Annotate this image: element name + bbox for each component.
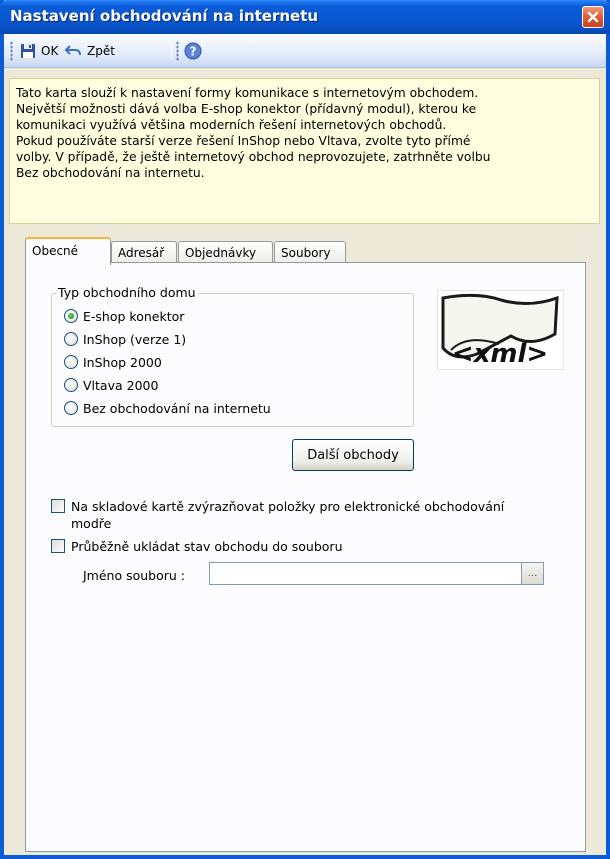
info-line: komunikaci využívá většina moderních řeš…	[16, 118, 447, 132]
highlight-items-label-line: modře	[71, 516, 112, 531]
browse-button[interactable]: ...	[522, 562, 544, 585]
tab-soubory[interactable]: Soubory	[274, 241, 346, 264]
dialog-window: Nastavení obchodování na internetu OK Zp…	[0, 0, 610, 859]
radio-eshop-konektor[interactable]: E-shop konektor	[64, 307, 184, 325]
save-state-checkbox[interactable]	[51, 539, 65, 553]
radio-button[interactable]	[64, 355, 78, 369]
save-state-label: Průběžně ukládat stav obchodu do souboru	[71, 539, 343, 554]
shop-type-group: Typ obchodního domu E-shop konektor InSh…	[51, 285, 414, 427]
info-line: volby. V případě, že ještě internetový o…	[16, 150, 491, 164]
highlight-items-label-line: Na skladové kartě zvýrazňovat položky pr…	[71, 499, 505, 514]
shop-type-legend: Typ obchodního domu	[56, 285, 198, 300]
toolbar: OK Zpět ?	[4, 34, 606, 68]
title-bar[interactable]: Nastavení obchodování na internetu	[0, 0, 610, 34]
radio-label: Bez obchodování na internetu	[83, 400, 271, 416]
radio-inshop-verze1[interactable]: InShop (verze 1)	[64, 330, 186, 348]
radio-label: InShop 2000	[83, 354, 162, 370]
highlight-items-checkbox[interactable]	[51, 499, 65, 513]
radio-vltava-2000[interactable]: Vltava 2000	[64, 376, 158, 394]
info-line: Tato karta slouží k nastavení formy komu…	[16, 86, 479, 100]
tab-adresar[interactable]: Adresář	[111, 241, 177, 264]
info-line: Největší možnosti dává volba E-shop kone…	[16, 102, 477, 116]
xml-logo: <xml>	[436, 289, 565, 371]
radio-label: Vltava 2000	[83, 377, 159, 393]
info-line: Bez obchodování na internetu.	[16, 166, 205, 180]
save-state-option[interactable]: Průběžně ukládat stav obchodu do souboru	[51, 538, 343, 555]
window-title: Nastavení obchodování na internetu	[10, 7, 319, 25]
undo-icon	[64, 45, 81, 56]
back-label: Zpět	[87, 44, 115, 58]
help-icon: ?	[184, 42, 202, 60]
help-button[interactable]: ?	[184, 40, 202, 62]
close-icon	[587, 11, 599, 23]
save-disk-icon	[21, 44, 35, 58]
radio-bez-obchodovani[interactable]: Bez obchodování na internetu	[64, 399, 271, 417]
tab-page-obecne: Typ obchodního domu E-shop konektor InSh…	[25, 262, 586, 852]
radio-label: InShop (verze 1)	[83, 331, 187, 347]
radio-inshop-2000[interactable]: InShop 2000	[64, 353, 162, 371]
tab-obecne[interactable]: Obecné	[25, 237, 111, 265]
info-line: Pokud používáte starší verze řešení InSh…	[16, 134, 471, 148]
highlight-items-label: Na skladové kartě zvýrazňovat položky pr…	[71, 498, 504, 532]
radio-button-checked[interactable]	[64, 309, 78, 323]
radio-button[interactable]	[64, 401, 78, 415]
file-name-input[interactable]	[209, 562, 522, 585]
toolbar-grip-2[interactable]	[176, 41, 179, 61]
toolbar-separator	[171, 42, 172, 60]
more-shops-button[interactable]: Další obchody	[292, 439, 414, 471]
xml-logo-text: <xml>	[452, 339, 548, 369]
svg-text:?: ?	[190, 45, 197, 59]
info-panel: Tato karta slouží k nastavení formy komu…	[9, 78, 600, 224]
toolbar-grip[interactable]	[10, 41, 13, 61]
close-button[interactable]	[582, 6, 604, 28]
radio-label: E-shop konektor	[83, 308, 185, 324]
back-button[interactable]: Zpět	[64, 40, 115, 62]
file-name-label: Jméno souboru :	[83, 568, 186, 583]
ok-button[interactable]: OK	[20, 40, 58, 62]
radio-button[interactable]	[64, 378, 78, 392]
xml-logo-image: <xml>	[436, 289, 565, 371]
highlight-items-option[interactable]: Na skladové kartě zvýrazňovat položky pr…	[51, 498, 504, 532]
ok-label: OK	[41, 44, 59, 58]
radio-button[interactable]	[64, 332, 78, 346]
tab-objednavky[interactable]: Objednávky	[178, 241, 273, 264]
